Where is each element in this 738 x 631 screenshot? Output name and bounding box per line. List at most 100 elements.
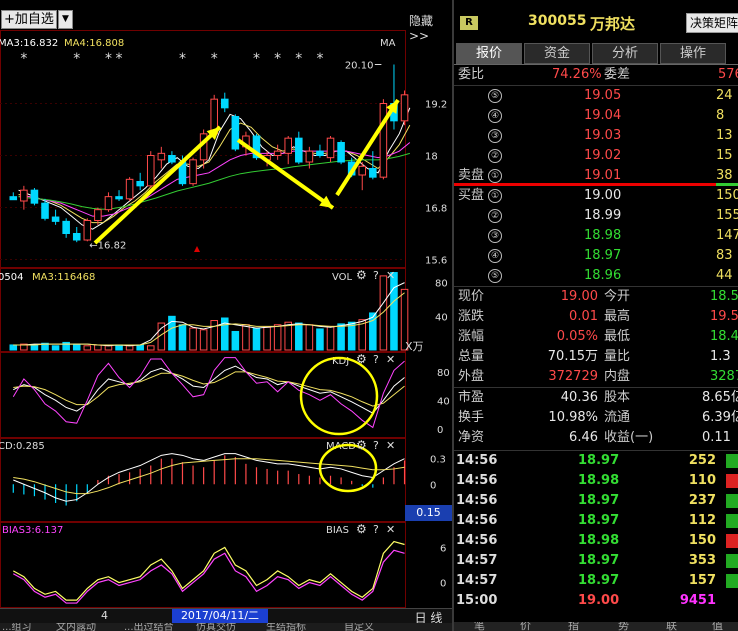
tick-price: 18.98 [578,473,620,488]
fund-value: 6.46 [569,430,598,445]
fund-label-2: 股本 [604,390,631,405]
tick-time: 15:00 [456,593,498,608]
bottom-tab[interactable]: 自定义 [344,623,374,631]
volume-bar [51,345,60,351]
tab-quote[interactable]: 报价 [456,43,522,64]
candle-body [337,142,345,163]
sell-order-row[interactable]: ⑤ 19.05 24 [454,86,738,106]
sell-order-row[interactable]: ② 19.02 15 [454,146,738,166]
time-axis-bar: 4 2017/04/11/二 日 线 [0,608,452,625]
bottom-tab[interactable]: 生结指标 [266,623,306,631]
kline-chart[interactable]: 19.21816.815.6MA3:16.832 MA4:16.808 MA* * * *… [0,30,452,608]
vol-tick-label: 40 [435,312,448,323]
signal-star: * [105,51,112,67]
candle-body [316,150,324,156]
bottom-tab[interactable]: ...出过结合 [124,623,174,631]
tick-price: 18.97 [578,513,620,528]
close-icon[interactable]: ✕ [386,353,395,366]
buy-order-row[interactable]: ④ 18.97 83 [454,246,738,266]
stat-label: 涨幅 [458,329,485,344]
sell-order-row[interactable]: ③ 19.03 13 [454,126,738,146]
tick-volume: 252 [688,453,716,468]
chart-area[interactable]: +加自选 ▼ 隐藏>> 19.2 18 16.8 15.6 MA3:16.832 MA4:… [0,0,452,631]
volume-bar [326,325,335,351]
tick-row: 14:56 18.97 112 S [454,511,738,531]
tick-price: 18.97 [578,493,620,508]
tab-operation[interactable]: 操作 [660,43,726,64]
close-icon[interactable]: ✕ [386,439,395,452]
marker-icon [194,246,200,252]
buy-order-row[interactable]: ② 18.99 155 [454,206,738,226]
help-icon[interactable]: ? [373,439,379,452]
stat-row: 现价 19.00 今开 18.5 [454,287,738,307]
rb-tab[interactable]: 笔 [474,622,485,631]
tick-price: 18.98 [578,533,620,548]
sell-volume: 38 [716,168,733,183]
signal-star: * [116,51,123,67]
tick-time: 14:56 [456,493,498,508]
candle-body [104,196,113,211]
help-icon[interactable]: ? [373,353,379,366]
sell-order-row[interactable]: ④ 19.04 8 [454,106,738,126]
help-icon[interactable]: ? [373,269,379,282]
volume-bar [231,330,240,351]
rb-tab[interactable]: 价 [520,622,531,631]
fund-value-2: 8.65亿 [702,390,738,405]
volume-bar [379,275,388,351]
candle-body [305,150,314,163]
price-tick-label: 16.8 [425,204,447,215]
gear-icon[interactable]: ⚙ [356,268,367,282]
tab-funds[interactable]: 资金 [524,43,590,64]
buy-order-row[interactable]: 买盘① 19.00 1500 [454,186,738,206]
volume-bar [273,324,282,351]
bottom-tab[interactable]: ...组习 [2,623,32,631]
bottom-tab[interactable]: 文内露动 [56,623,96,631]
fund-label-2: 流通 [604,410,631,425]
candle-body [189,159,197,185]
buy-price: 18.99 [584,208,622,223]
rb-tab[interactable]: 值 [712,622,723,631]
volume-bar [199,329,208,351]
stat-label-2: 内盘 [604,369,631,384]
candle-body [231,116,240,150]
stat-row: 涨幅 0.05% 最低 18.4 [454,327,738,347]
level-number: ⑤ [488,89,502,103]
tick-price: 18.97 [578,453,620,468]
stat-row: 外盘 372729 内盘 32879 [454,367,738,387]
chevron-down-icon[interactable]: ▼ [58,10,73,29]
sell-order-row[interactable]: 卖盘 ① 19.01 38 [454,166,738,186]
level-number: ③ [488,229,502,243]
bottom-tab[interactable]: 仿真交仿 [196,623,236,631]
buy-volume: 147 [716,228,738,243]
gear-icon[interactable]: ⚙ [356,352,367,366]
tick-time: 14:57 [456,553,498,568]
gear-icon[interactable]: ⚙ [356,522,367,536]
rb-tab[interactable]: 势 [618,622,629,631]
order-diff-value: 576 [718,67,738,82]
stat-value: 0.05% [556,329,598,344]
close-icon[interactable]: ✕ [386,523,395,536]
tick-flag: S [726,574,738,588]
help-icon[interactable]: ? [373,523,379,536]
add-to-watchlist-button[interactable]: +加自选 [1,10,57,29]
volume-bar [30,344,39,351]
stat-label: 涨跌 [458,309,485,324]
candle-body [94,209,102,222]
stock-name: 万邦达 [590,15,636,33]
level-number: ① [488,189,502,203]
price-tick-label: 19.2 [425,100,447,111]
rb-tab[interactable]: 指 [568,622,579,631]
buy-order-row[interactable]: ③ 18.98 147 [454,226,738,246]
macd-tick-label: 0.3 [430,455,446,466]
buy-order-row[interactable]: ⑤ 18.96 44 [454,266,738,286]
tab-analysis[interactable]: 分析 [592,43,658,64]
tick-flag: S [726,554,738,568]
gear-icon[interactable]: ⚙ [356,438,367,452]
close-icon[interactable]: ✕ [386,269,395,282]
stat-value-2: 18.5 [710,289,738,304]
decision-matrix-button[interactable]: 决策矩阵 [686,13,738,33]
tick-volume: 9451 [679,593,716,608]
candle-body [136,181,144,187]
level-number: ① [488,169,502,183]
rb-tab[interactable]: 联 [666,622,677,631]
